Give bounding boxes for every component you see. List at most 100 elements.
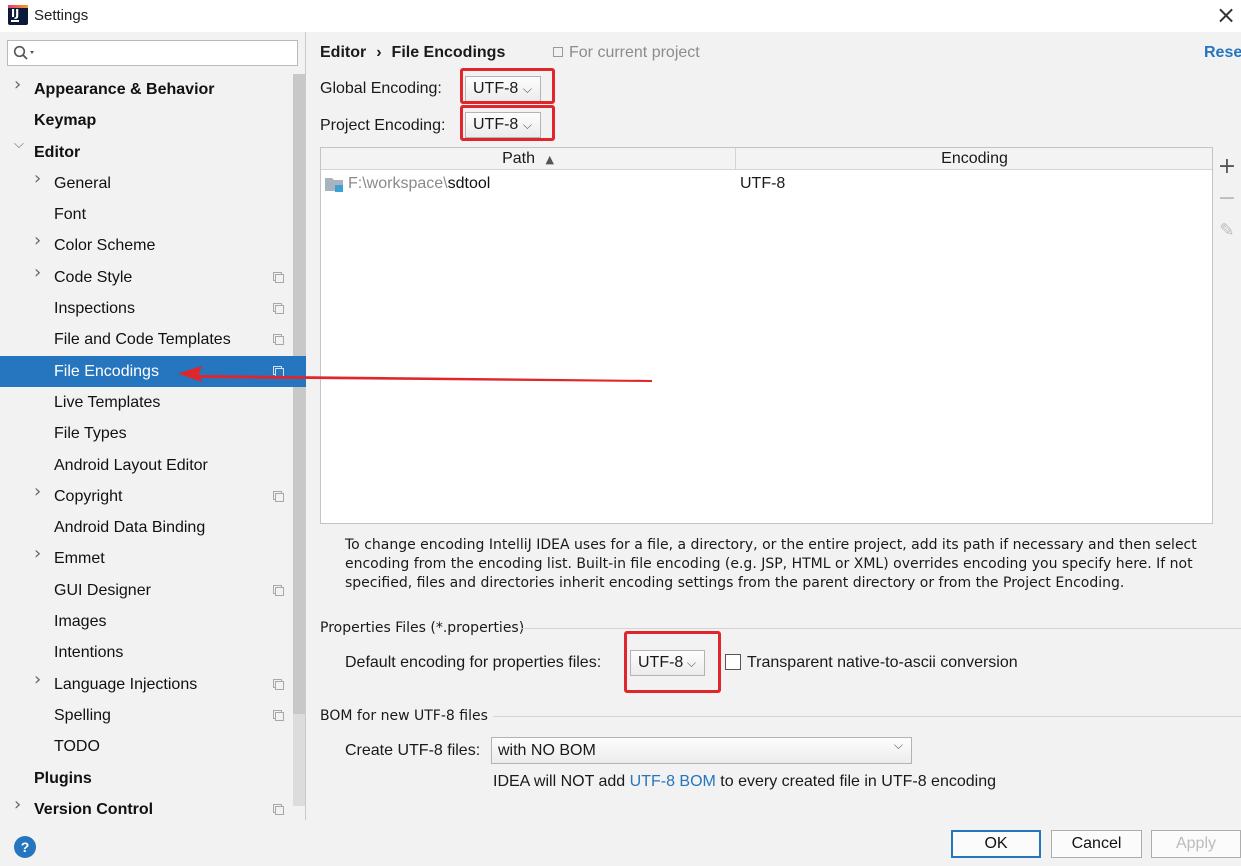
settings-sidebar: › Appearance & Behavior Keymap ⌵ Editor › Gene… [0, 32, 306, 820]
sidebar-item-label: Font [54, 206, 87, 224]
sidebar-item-label: File Encodings [54, 362, 159, 380]
table-header: Path ▲ Encoding [321, 148, 1212, 170]
ok-button[interactable]: OK [951, 830, 1041, 858]
project-scope-icon [553, 47, 563, 57]
sidebar-item-general[interactable]: › General [0, 168, 306, 199]
sidebar-item-language-injections[interactable]: › Language Injections [0, 669, 306, 700]
sidebar-item-label: Inspections [54, 300, 135, 318]
cancel-button[interactable]: Cancel [1051, 830, 1142, 858]
sidebar-item-label: Spelling [54, 706, 111, 724]
sidebar-item-live-templates[interactable]: Live Templates [0, 387, 306, 418]
sidebar-item-label: File Types [54, 425, 127, 443]
sidebar-item-code-style[interactable]: › Code Style [0, 262, 306, 293]
properties-section-title: Properties Files (*.properties) [320, 620, 525, 636]
remove-icon[interactable]: − [1217, 188, 1237, 210]
sidebar-item-label: GUI Designer [54, 581, 151, 599]
search-input[interactable] [7, 40, 298, 66]
project-scope-icon [273, 709, 284, 721]
sidebar-item-copyright[interactable]: › Copyright [0, 481, 306, 512]
project-scope-icon [273, 803, 284, 815]
sort-ascending-icon: ▲ [545, 153, 554, 166]
chevron-right-icon[interactable]: › [34, 481, 41, 502]
window-title: Settings [34, 7, 89, 24]
column-header-path-label: Path [502, 150, 535, 167]
bom-create-label: Create UTF-8 files: [345, 742, 481, 759]
sidebar-item-label: Keymap [34, 112, 97, 130]
sidebar-item-intentions[interactable]: Intentions [0, 637, 306, 668]
sidebar-item-inspections[interactable]: Inspections [0, 293, 306, 324]
sidebar-item-font[interactable]: Font [0, 199, 306, 230]
sidebar-item-appearance-behavior[interactable]: › Appearance & Behavior [0, 74, 306, 105]
sidebar-item-label: Copyright [54, 487, 123, 505]
utf8-bom-link[interactable]: UTF-8 BOM [630, 773, 716, 790]
properties-divider [521, 628, 1241, 629]
apply-button[interactable]: Apply [1151, 830, 1241, 858]
breadcrumb-separator: › [376, 44, 382, 61]
highlight-box-properties [624, 631, 721, 693]
bom-divider [493, 716, 1241, 717]
table-row[interactable]: F:\workspace\sdtool UTF-8 [321, 171, 1212, 197]
chevron-right-icon[interactable]: › [34, 543, 41, 564]
sidebar-item-images[interactable]: Images [0, 606, 306, 637]
settings-dialog: IJ Settings × › Appearance & Behavior Keym… [0, 0, 1241, 866]
sidebar-item-keymap[interactable]: Keymap [0, 105, 306, 136]
sidebar-item-label: Live Templates [54, 393, 161, 411]
sidebar-item-editor[interactable]: ⌵ Editor [0, 137, 306, 168]
chevron-down-icon[interactable]: ⌵ [14, 137, 24, 152]
sidebar-item-label: Version Control [34, 800, 154, 818]
sidebar-item-label: Appearance & Behavior [34, 81, 215, 98]
breadcrumb-current: File Encodings [391, 44, 506, 61]
sidebar-item-todo[interactable]: TODO [0, 731, 306, 762]
sidebar-item-label: Android Layout Editor [54, 456, 208, 474]
sidebar-item-label: Android Data Binding [54, 519, 206, 537]
table-cell-encoding[interactable]: UTF-8 [740, 171, 785, 197]
breadcrumb: Editor › File Encodings [320, 44, 505, 62]
search-icon [13, 45, 34, 60]
column-header-encoding[interactable]: Encoding [737, 148, 1212, 170]
sidebar-item-file-encodings[interactable]: File Encodings [0, 355, 306, 387]
column-header-path[interactable]: Path ▲ [321, 148, 736, 170]
path-encoding-table: Path ▲ Encoding F:\workspace\sdtool UTF-… [320, 147, 1213, 524]
native-to-ascii-label[interactable]: Transparent native-to-ascii conversion [747, 654, 1018, 672]
sidebar-item-spelling[interactable]: Spelling [0, 700, 306, 731]
properties-default-label: Default encoding for properties files: [345, 654, 602, 671]
sidebar-item-label: Emmet [54, 550, 105, 568]
project-folder-icon [325, 178, 343, 192]
path-name: sdtool [447, 175, 491, 192]
main-panel: Editor › File Encodings For current projec… [307, 32, 1241, 820]
project-scope-icon [273, 271, 284, 283]
sidebar-item-android-layout-editor[interactable]: Android Layout Editor [0, 450, 306, 481]
highlight-box-global [460, 68, 555, 104]
sidebar-item-label: Intentions [54, 644, 124, 662]
dialog-button-bar: ? OK Cancel Apply [0, 820, 1241, 866]
chevron-right-icon[interactable]: › [14, 74, 21, 95]
reset-link[interactable]: Reset [1204, 44, 1241, 62]
chevron-right-icon[interactable]: › [14, 794, 21, 815]
sidebar-item-color-scheme[interactable]: › Color Scheme [0, 230, 306, 261]
close-icon[interactable]: × [1211, 2, 1241, 28]
breadcrumb-parent[interactable]: Editor [320, 44, 366, 61]
sidebar-item-plugins[interactable]: Plugins [0, 763, 306, 794]
chevron-right-icon[interactable]: › [34, 669, 41, 690]
sidebar-item-emmet[interactable]: › Emmet [0, 543, 306, 574]
sidebar-item-android-data-binding[interactable]: Android Data Binding [0, 512, 306, 543]
help-icon[interactable]: ? [14, 836, 36, 858]
bom-note-after: to every created file in UTF-8 encoding [715, 773, 996, 790]
chevron-right-icon[interactable]: › [34, 168, 41, 189]
project-scope-icon [273, 584, 284, 596]
chevron-right-icon[interactable]: › [34, 230, 41, 251]
project-encoding-label: Project Encoding: [320, 117, 446, 134]
path-prefix: F:\workspace\ [348, 175, 448, 192]
sidebar-item-label: Plugins [34, 769, 92, 787]
intellij-logo-icon: IJ [8, 5, 28, 25]
chevron-right-icon[interactable]: › [34, 262, 41, 283]
bom-create-select[interactable]: with NO BOM ⌵ [491, 737, 912, 764]
sidebar-item-file-types[interactable]: File Types [0, 418, 306, 449]
edit-icon[interactable]: ✎ [1217, 221, 1237, 241]
sidebar-item-file-and-code-templates[interactable]: File and Code Templates [0, 324, 306, 355]
project-scope-icon [273, 678, 284, 690]
sidebar-item-gui-designer[interactable]: GUI Designer [0, 575, 306, 606]
native-to-ascii-checkbox[interactable] [725, 654, 741, 670]
scope-note: For current project [553, 44, 700, 62]
add-icon[interactable]: + [1217, 156, 1237, 178]
